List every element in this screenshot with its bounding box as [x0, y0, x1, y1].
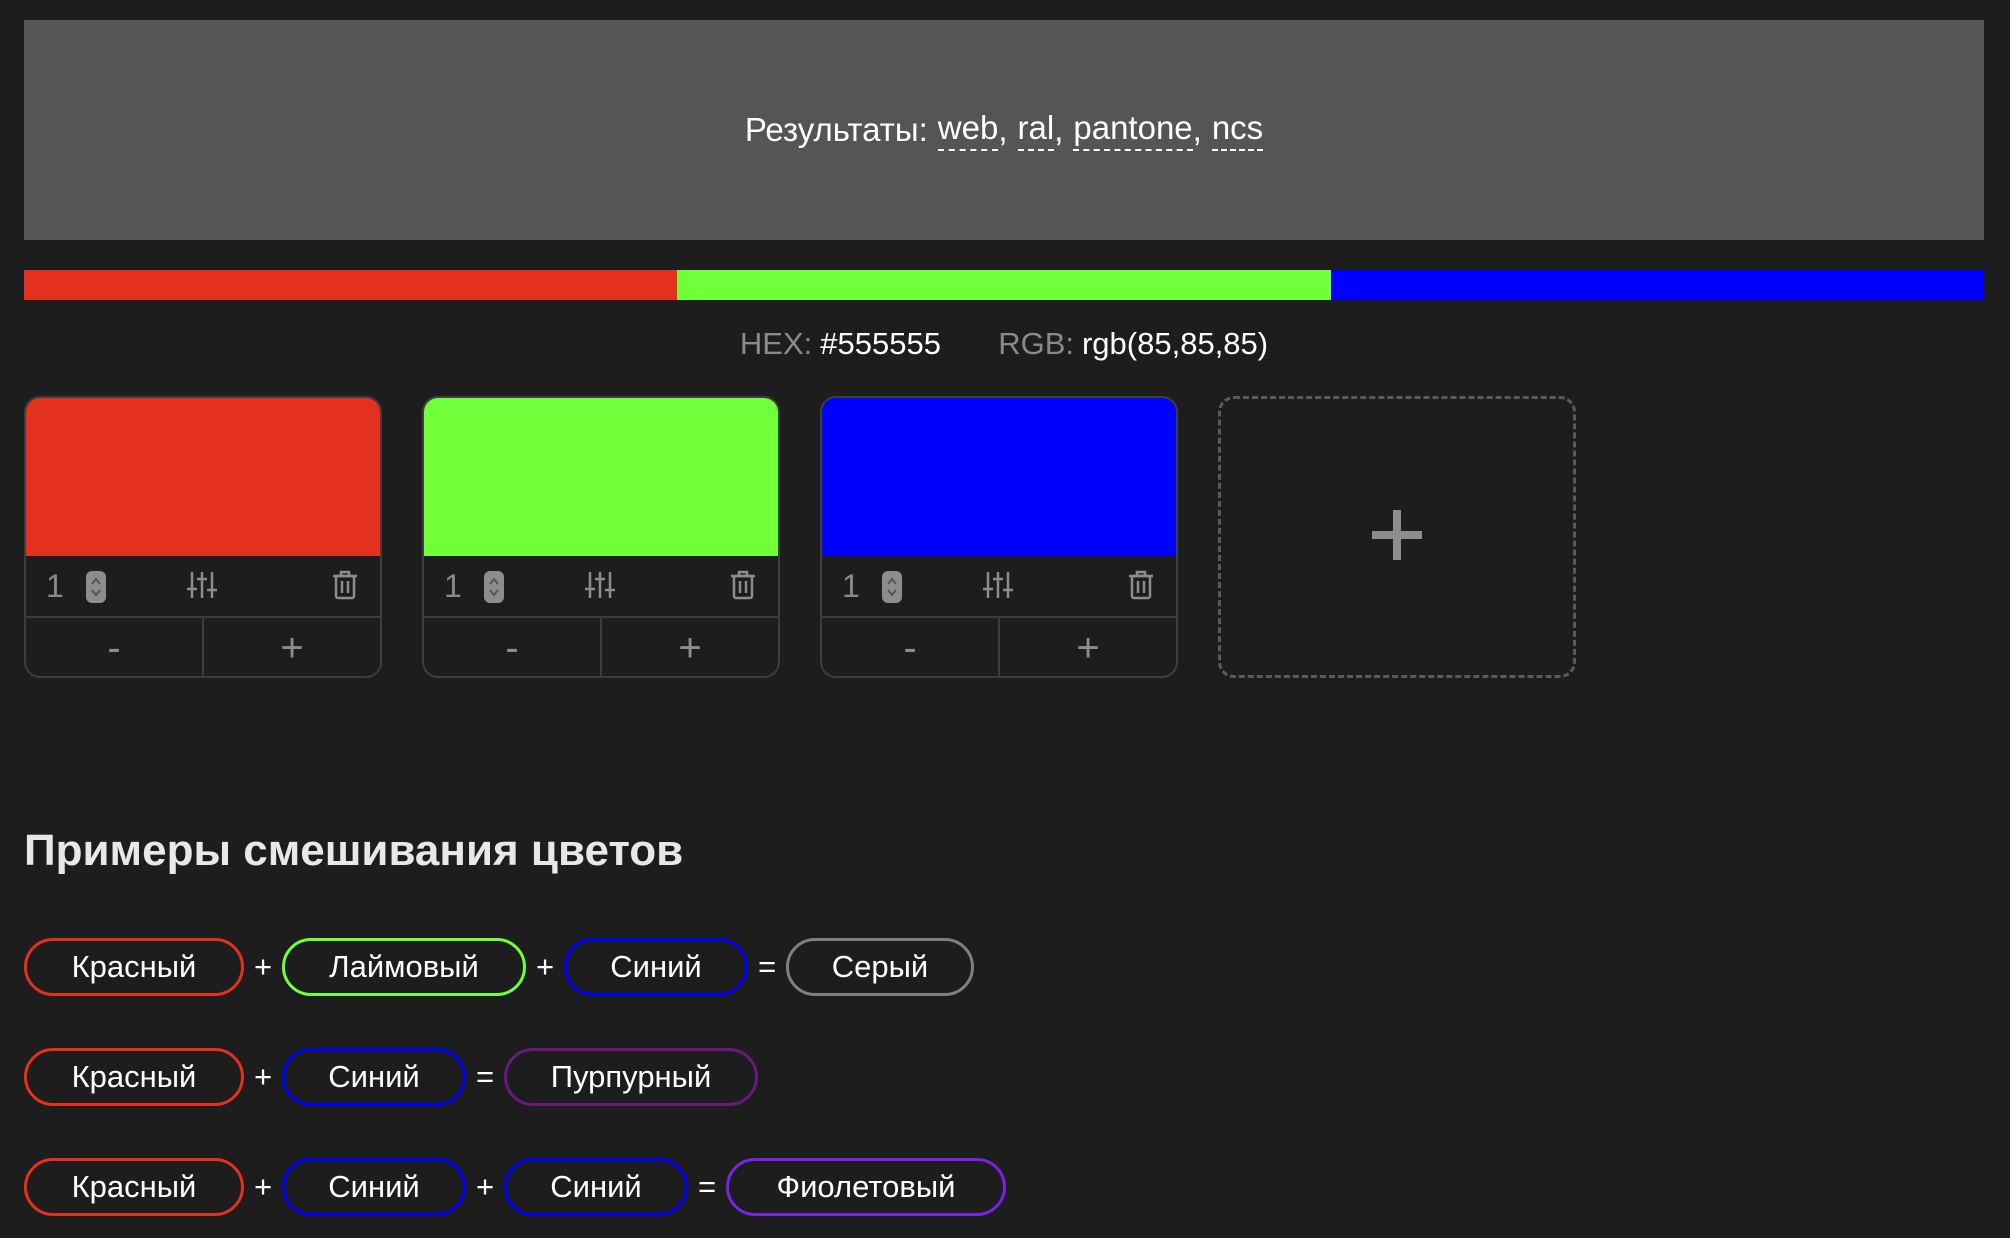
rgb-label: RGB: [998, 326, 1074, 361]
color-swatch[interactable] [424, 398, 778, 556]
color-card-blue: 1 - + [820, 396, 1178, 678]
card-steps: - + [424, 618, 778, 676]
increase-button[interactable]: + [600, 618, 778, 676]
card-controls: 1 [822, 556, 1176, 618]
spinner-icon[interactable] [484, 570, 504, 603]
spinner-icon[interactable] [86, 570, 106, 603]
trash-icon[interactable] [1128, 570, 1154, 605]
equals-sign: = [697, 1169, 717, 1204]
result-preview: Результаты: web, ral, pantone, ncs [24, 20, 1984, 240]
hex-label: HEX: [739, 326, 813, 361]
ratio-segment [24, 270, 678, 300]
quantity-stepper[interactable]: 1 [842, 568, 902, 605]
decrease-button[interactable]: - [822, 618, 998, 676]
ratio-segment [1330, 270, 1984, 300]
quantity-stepper[interactable]: 1 [46, 568, 106, 605]
spinner-icon[interactable] [882, 570, 902, 603]
decrease-button[interactable]: - [424, 618, 600, 676]
color-swatch[interactable] [822, 398, 1176, 556]
color-card-lime: 1 - + [422, 396, 780, 678]
examples-heading: Примеры смешивания цветов [24, 826, 684, 875]
color-card-red: 1 - + [24, 396, 382, 678]
color-swatch[interactable] [26, 398, 380, 556]
result-color-tag[interactable]: Серый [786, 938, 974, 996]
ratio-segment [677, 270, 1331, 300]
sliders-icon[interactable] [982, 570, 1014, 605]
equals-sign: = [757, 949, 777, 984]
results-link-web[interactable]: web [937, 109, 999, 151]
results-link-ncs[interactable]: ncs [1211, 109, 1264, 151]
card-steps: - + [822, 618, 1176, 676]
quantity-value[interactable]: 1 [842, 568, 860, 605]
color-tag[interactable]: Лаймовый [282, 938, 526, 996]
example-row: Красный + Синий = Пурпурный [24, 1048, 758, 1106]
color-tag[interactable]: Красный [24, 1158, 244, 1216]
equals-sign: = [475, 1059, 495, 1094]
trash-icon[interactable] [730, 570, 756, 605]
color-tag[interactable]: Синий [564, 938, 748, 996]
color-cards: 1 - + 1 - + 1 - + [24, 396, 1576, 678]
increase-button[interactable]: + [202, 618, 380, 676]
mix-ratio-bar [24, 270, 1984, 300]
results-link-pantone[interactable]: pantone [1073, 109, 1193, 151]
card-controls: 1 [424, 556, 778, 618]
color-tag[interactable]: Синий [282, 1158, 466, 1216]
color-tag[interactable]: Красный [24, 938, 244, 996]
color-tag[interactable]: Синий [504, 1158, 688, 1216]
quantity-stepper[interactable]: 1 [444, 568, 504, 605]
sliders-icon[interactable] [186, 570, 218, 605]
result-color-tag[interactable]: Пурпурный [504, 1048, 758, 1106]
sliders-icon[interactable] [584, 570, 616, 605]
quantity-value[interactable]: 1 [46, 568, 64, 605]
plus-sign: + [253, 1169, 273, 1204]
card-controls: 1 [26, 556, 380, 618]
decrease-button[interactable]: - [26, 618, 202, 676]
plus-icon [1370, 508, 1424, 567]
card-steps: - + [26, 618, 380, 676]
color-codes: HEX: #555555 RGB: rgb(85,85,85) [24, 326, 1984, 362]
add-color-button[interactable] [1218, 396, 1576, 678]
results-link-ral[interactable]: ral [1017, 109, 1055, 151]
color-tag[interactable]: Красный [24, 1048, 244, 1106]
example-row: Красный + Синий + Синий = Фиолетовый [24, 1158, 1006, 1216]
plus-sign: + [475, 1169, 495, 1204]
results-label: Результаты: [744, 111, 928, 148]
quantity-value[interactable]: 1 [444, 568, 462, 605]
plus-sign: + [253, 1059, 273, 1094]
rgb-value: rgb(85,85,85) [1081, 326, 1269, 361]
color-mixer-page: Результаты: web, ral, pantone, ncs HEX: #… [0, 0, 2010, 1238]
color-tag[interactable]: Синий [282, 1048, 466, 1106]
plus-sign: + [253, 949, 273, 984]
plus-sign: + [535, 949, 555, 984]
hex-value: #555555 [820, 326, 941, 361]
increase-button[interactable]: + [998, 618, 1176, 676]
example-row: Красный + Лаймовый + Синий = Серый [24, 938, 974, 996]
trash-icon[interactable] [332, 570, 358, 605]
result-color-tag[interactable]: Фиолетовый [726, 1158, 1006, 1216]
